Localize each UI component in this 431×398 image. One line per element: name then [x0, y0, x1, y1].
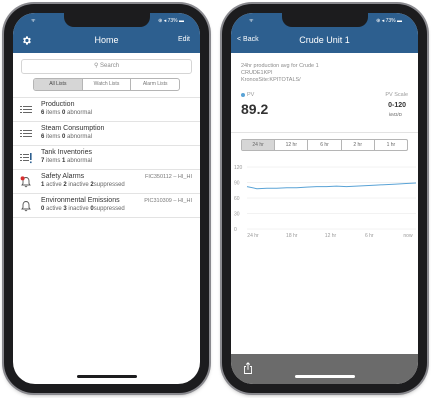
y-tick-label: 90	[234, 180, 240, 186]
x-tick-label: 24 hr	[247, 233, 259, 239]
nav-bar: < Back Crude Unit 1	[231, 29, 418, 53]
home-screen: ᯤ ⊕ ◂ 73% ▬ Home Edit ⚲ Search All Lists…	[13, 13, 200, 384]
x-tick-label: now	[403, 233, 413, 239]
notch	[281, 13, 368, 27]
list-title: Production	[41, 101, 75, 108]
list-summary: 6 items 0 abnormal	[41, 110, 93, 116]
list-item[interactable]: Tank Inventories 7 items 1 abnormal	[13, 146, 200, 170]
pv-scale-value: 0-120	[388, 102, 406, 109]
battery-indicator: ⊕ ◂ 73% ▬	[376, 18, 402, 24]
notch	[63, 13, 150, 27]
trend-chart[interactable]: 120 90 60 30 0 24 hr 18 hr 12 hr 6 hr now	[233, 161, 418, 241]
list-filter: All Lists Watch Lists Alarm Lists	[33, 78, 180, 91]
pv-label: PV	[241, 92, 254, 98]
list-item[interactable]: Steam Consumption 6 items 0 abnormal	[13, 122, 200, 146]
bottom-toolbar	[231, 354, 418, 384]
tab-2hr[interactable]: 2 hr	[340, 140, 374, 150]
bell-alert-icon	[20, 176, 31, 188]
list-title: Tank Inventories	[41, 149, 92, 156]
y-tick-label: 30	[234, 211, 240, 217]
tag-name: CRUDE1KPI	[241, 70, 273, 76]
tag-description: 24hr production avg for Crude 1 CRUDE1KP…	[241, 63, 408, 84]
list-item[interactable]: Safety Alarms FIC350112 – HI_HI 1 active…	[13, 170, 200, 194]
share-icon[interactable]	[243, 362, 253, 374]
list-alert-icon	[20, 153, 32, 164]
list-item[interactable]: Production 6 items 0 abnormal	[13, 98, 200, 122]
battery-indicator: ⊕ ◂ 73% ▬	[158, 18, 184, 24]
list-summary: 7 items 1 abnormal	[41, 158, 93, 164]
tab-6hr[interactable]: 6 hr	[307, 140, 340, 150]
phone-left: ᯤ ⊕ ◂ 73% ▬ Home Edit ⚲ Search All Lists…	[4, 4, 209, 393]
filter-watch-lists[interactable]: Watch Lists	[81, 79, 131, 90]
tag-path: KronosSite:KPITOTALS/	[241, 77, 301, 83]
edit-button[interactable]: Edit	[178, 36, 190, 43]
pv-panel: PV 89.2 PV Scale 0-120 kM3/D	[231, 88, 418, 133]
filter-all-lists[interactable]: All Lists	[34, 79, 82, 90]
list-item[interactable]: Environmental Emissions PIC310309 – HI_H…	[13, 194, 200, 218]
search-input[interactable]: ⚲ Search	[21, 59, 192, 74]
detail-screen: ᯤ ⊕ ◂ 73% ▬ < Back Crude Unit 1 24hr pro…	[231, 13, 418, 384]
lists: Production 6 items 0 abnormal Steam Cons…	[13, 97, 200, 218]
list-summary: 0 active 3 inactive 0suppressed	[41, 206, 125, 212]
list-title: Steam Consumption	[41, 125, 105, 132]
list-title: Environmental Emissions	[41, 197, 120, 204]
pv-value: 89.2	[241, 101, 269, 117]
bell-icon	[21, 201, 31, 212]
pv-unit: kM3/D	[388, 112, 402, 117]
x-tick-label: 12 hr	[325, 233, 337, 239]
alarm-tag: PIC310309 – HI_HI	[144, 198, 192, 204]
signal-indicator: ᯤ	[249, 18, 254, 24]
y-tick-label: 0	[234, 227, 237, 233]
x-tick-label: 6 hr	[365, 233, 374, 239]
list-summary: 1 active 2 inactive 2suppressed	[41, 182, 125, 188]
signal-indicator: ᯤ	[31, 18, 36, 24]
tab-1hr[interactable]: 1 hr	[373, 140, 407, 150]
page-title: Home	[94, 35, 119, 45]
search-placeholder: Search	[100, 63, 120, 69]
nav-bar: Home Edit	[13, 29, 200, 53]
y-tick-label: 60	[234, 196, 240, 202]
phone-right: ᯤ ⊕ ◂ 73% ▬ < Back Crude Unit 1 24hr pro…	[222, 4, 427, 393]
series-dot-icon	[241, 92, 245, 97]
list-icon	[20, 130, 32, 137]
description-line: 24hr production avg for Crude 1	[241, 63, 319, 69]
filter-alarm-lists[interactable]: Alarm Lists	[130, 79, 179, 90]
home-indicator[interactable]	[294, 375, 355, 378]
list-title: Safety Alarms	[41, 173, 85, 180]
home-indicator[interactable]	[76, 375, 137, 378]
page-title: Crude Unit 1	[299, 35, 350, 45]
list-icon	[20, 106, 32, 113]
alarm-tag: FIC350112 – HI_HI	[145, 174, 192, 180]
tab-12hr[interactable]: 12 hr	[274, 140, 307, 150]
time-range-tabs: 24 hr 12 hr 6 hr 2 hr 1 hr	[241, 139, 408, 151]
list-summary: 6 items 0 abnormal	[41, 134, 93, 140]
x-tick-label: 18 hr	[286, 233, 298, 239]
y-tick-label: 120	[234, 165, 243, 171]
pv-scale-label: PV Scale	[385, 92, 408, 98]
pv-series-line	[246, 182, 417, 190]
tab-24hr[interactable]: 24 hr	[242, 140, 275, 150]
